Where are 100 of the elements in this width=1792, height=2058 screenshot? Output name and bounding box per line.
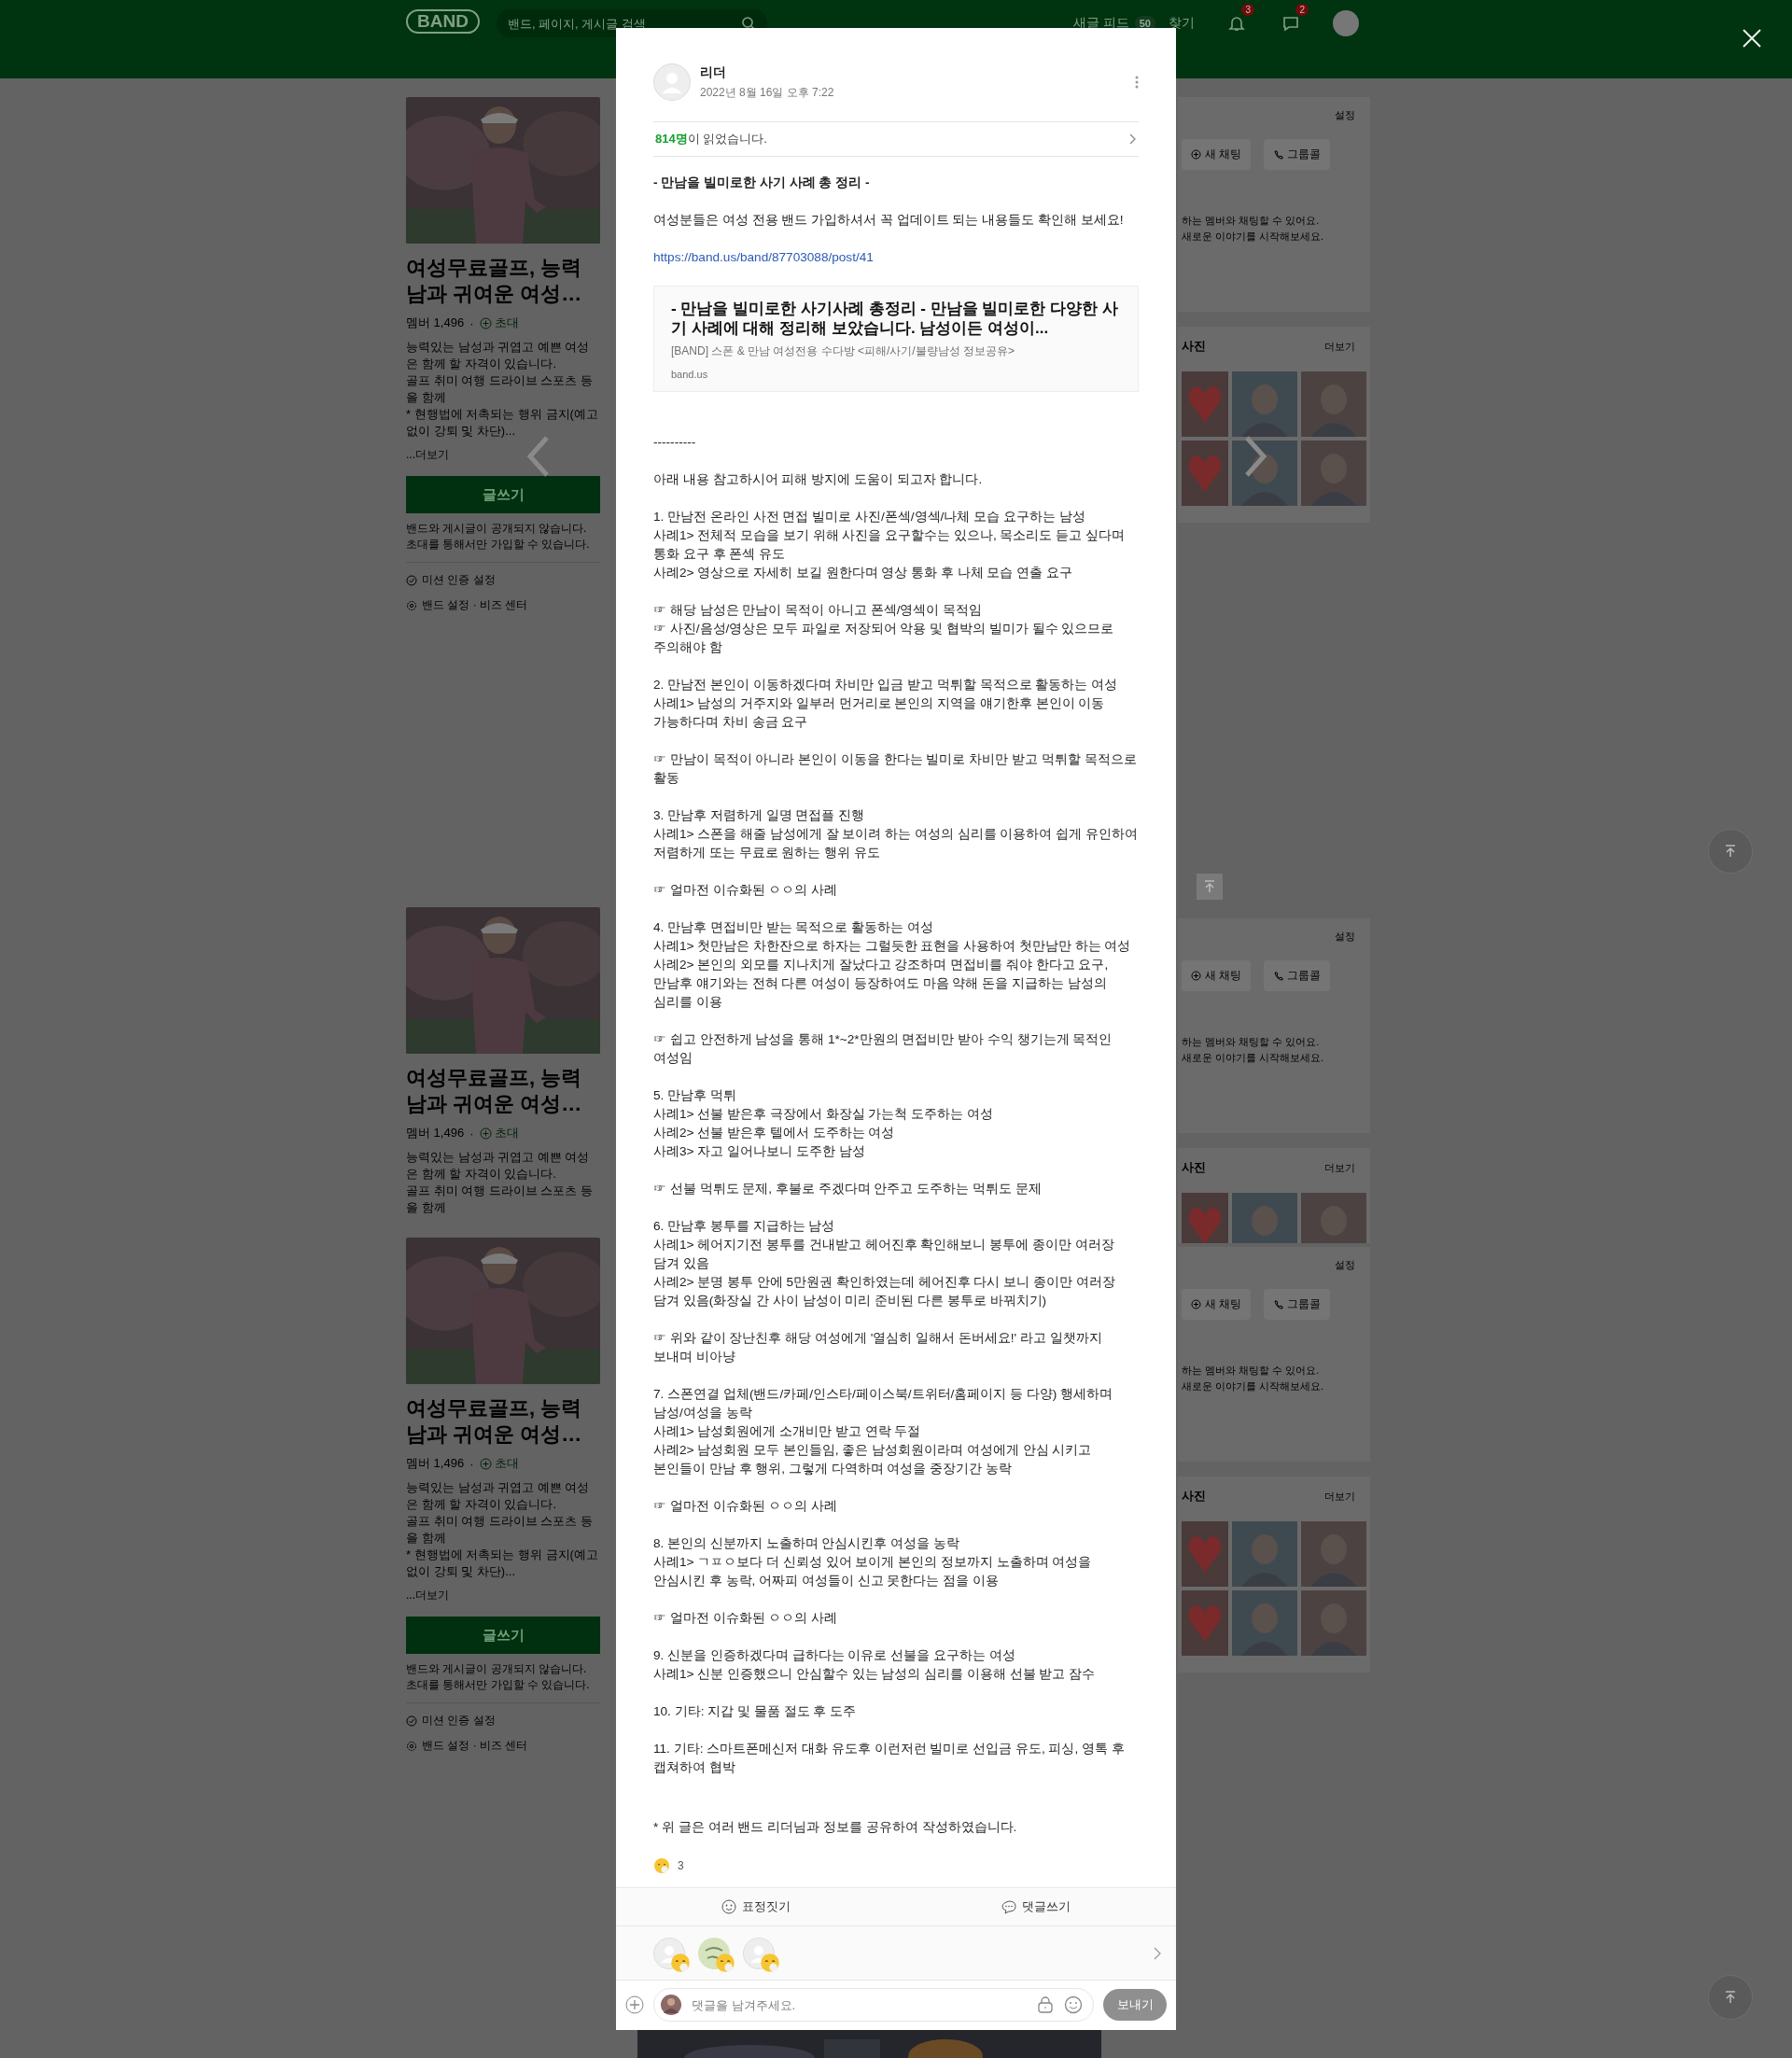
separator: · — [469, 1456, 474, 1471]
chevron-right-icon[interactable] — [1154, 1946, 1161, 1960]
add-icon[interactable] — [625, 1995, 644, 2015]
band-description: 능력있는 남성과 귀엽고 예쁜 여성은 함께 할 자격이 있습니다. 골프 취미 여행 드라이브 스포츠 등을 함께 * 현행법에 저촉되는 행위 금지(예고없이 강퇴 및 차단)... — [406, 1479, 599, 1580]
plus-icon — [1191, 149, 1201, 160]
settings-link[interactable]: 미션 인증 설정 — [406, 572, 600, 588]
more-link[interactable]: 더보기 — [1324, 1160, 1355, 1175]
settings-link[interactable]: 설정 — [1335, 1258, 1355, 1272]
invite-link[interactable]: 초대 — [479, 315, 519, 331]
post-paragraph: * 위 글은 여러 밴드 리더님과 정보를 공유하여 작성하였습니다. — [653, 1819, 1018, 1836]
comment-button[interactable]: 댓글쓰기 — [896, 1888, 1176, 1926]
emoji-icon[interactable] — [653, 1857, 670, 1874]
band-description: 능력있는 남성과 귀엽고 예쁜 여성은 함께 할 자격이 있습니다. 골프 취미 여행 드라이브 스포츠 등을 함께 * 현행법에 저촉되는 행위 금지(예고없이 강퇴 및 차단)... — [406, 339, 599, 440]
author-name[interactable]: 리더 — [700, 63, 834, 81]
chevron-right-icon[interactable] — [1129, 133, 1137, 145]
post-paragraph: 7. 스폰연결 업체(밴드/카페/인스타/페이스북/트위터/홈페이지 등 다양) 행세하며 남성/여성을 농락 사례1> 남성회원에게 소개비만 받고 연락 두절 사례2> 남성회원 모두 본인들임, 좋은 남성회원이라며 여성에게 안심 시키고 본인들이 만남 후 행위, 그렇게 다역하며 여성을 중장기간 농락 — [653, 1386, 1114, 1477]
find-link[interactable]: 찾기 — [1169, 15, 1195, 32]
separator: · — [469, 315, 474, 330]
bell-icon[interactable] — [1227, 14, 1246, 33]
plus-icon — [1191, 1299, 1201, 1309]
plus-icon — [479, 1127, 492, 1140]
arrow-up-icon — [1724, 845, 1737, 858]
notification-badge: 2 — [1295, 4, 1309, 16]
settings-link[interactable]: 설정 — [1335, 930, 1355, 944]
post-paragraph: 여성분들은 여성 전용 밴드 가입하셔서 꼭 업데이트 되는 내용들도 확인해 보세요! — [653, 212, 1125, 229]
post-paragraph: 8. 본인의 신분까지 노출하며 안심시킨후 여성을 농락 사례1> ㄱㅍㅇ보다 더 신뢰성 있어 보이게 본인의 정보까지 노출하며 여성을 안심시킨 후 농락, 어짜피 여성들이 신고 못한다는 점을 이용 — [653, 1535, 1093, 1589]
write-button[interactable]: 글쓰기 — [406, 1617, 600, 1654]
new-chat-button[interactable]: 새 채팅 — [1182, 139, 1252, 170]
photos-title: 사진 — [1182, 338, 1206, 355]
post-paragraph: ☞ 얼마전 이슈화된 ㅇㅇ의 사례 — [653, 882, 839, 899]
settings-link[interactable]: 밴드 설정 · 비즈 센터 — [406, 1738, 600, 1754]
gear-icon — [406, 1740, 417, 1752]
gear-icon — [406, 599, 417, 611]
settings-link[interactable]: 미션 인증 설정 — [406, 1713, 600, 1729]
write-button[interactable]: 글쓰기 — [406, 476, 600, 513]
group-call-button[interactable]: 그룹콜 — [1264, 1289, 1331, 1320]
emoji-icon — [760, 1952, 780, 1973]
comment-field[interactable]: 댓글을 남겨주세요. — [653, 1988, 1094, 2023]
chat-hint: 하는 멤버와 채팅할 수 있어요. 새로운 이야기를 시작해보세요. — [1182, 1364, 1325, 1393]
phone-icon — [1273, 149, 1284, 160]
invite-link[interactable]: 초대 — [479, 1455, 519, 1472]
post-date: 2022년 8월 16일 오후 7:22 — [700, 84, 834, 101]
new-chat-button[interactable]: 새 채팅 — [1182, 1289, 1252, 1320]
arrow-up-icon — [1203, 880, 1216, 893]
speech-bubble-icon — [1001, 1899, 1016, 1915]
group-call-button[interactable]: 그룹콜 — [1264, 960, 1331, 991]
chat-icon[interactable] — [1281, 14, 1300, 33]
post-paragraph: 9. 신분을 인증하겠다며 급하다는 이유로 선불을 요구하는 여성 사례1> 신분 인증했으니 안심할수 있는 남성의 심리를 이용해 선불 받고 잠수 — [653, 1647, 1097, 1683]
privacy-notice: 밴드와 게시글이 공개되지 않습니다. 초대를 통해서만 가입할 수 있습니다. — [406, 1661, 600, 1703]
plus-icon — [1191, 971, 1201, 981]
arrow-up-icon — [1724, 1991, 1737, 2004]
photos-title: 사진 — [1182, 1159, 1206, 1176]
invite-link[interactable]: 초대 — [479, 1125, 519, 1141]
phone-icon — [1273, 971, 1284, 981]
reaction-button[interactable]: 표정짓기 — [616, 1888, 896, 1926]
phone-icon — [1273, 1299, 1284, 1309]
preview-title: - 만남을 빌미로한 사기사례 총정리 - 만남을 빌미로한 다양한 사기 사례에 대해 정리해 보았습니다. 남성이든 여성이... — [671, 299, 1119, 338]
read-count[interactable]: 814명이 읽었습니다. — [655, 131, 767, 147]
reaction-count[interactable]: 3 — [678, 1859, 684, 1872]
band-title[interactable]: 여성무료골프, 능력남과 귀여운 여성… — [406, 1065, 600, 1117]
settings-link[interactable]: 설정 — [1335, 108, 1355, 122]
group-call-button[interactable]: 그룹콜 — [1264, 139, 1331, 170]
more-link[interactable]: 더보기 — [1324, 339, 1355, 354]
new-chat-button[interactable]: 새 채팅 — [1182, 960, 1252, 991]
plus-icon — [479, 1457, 492, 1470]
check-circle-icon — [406, 1715, 417, 1727]
post-paragraph: ☞ 위와 같이 장난친후 해당 여성에게 '열심히 일해서 돈버세요!' 라고 일챗까지 보내며 비아냥 — [653, 1330, 1103, 1365]
more-link[interactable]: 더보기 — [1324, 1489, 1355, 1504]
scroll-top-button[interactable] — [1197, 874, 1223, 900]
post-paragraph: 4. 만남후 면접비만 받는 목적으로 활동하는 여성 사례1> 첫만남은 차한잔으로 하자는 그럴듯한 표현을 사용하여 첫만남만 하는 여성 사례2> 본인의 외모를 지나치게 잘났다고 강조하며 면접비를 줘야 한다고 요구, 만남후 얘기와는 전혀 다른 여성이 등장하여도 마음 약해 돈을 지급하는 남성의 심리를 이용 — [653, 919, 1132, 1011]
member-count: 멤버 1,496 — [406, 315, 465, 331]
band-logo[interactable]: BAND — [406, 9, 480, 34]
emoji-icon[interactable] — [1064, 1995, 1083, 2015]
more-link[interactable]: ...더보기 — [406, 447, 600, 463]
more-link[interactable]: ...더보기 — [406, 1588, 600, 1603]
member-count: 멤버 1,496 — [406, 1125, 465, 1141]
post-heading: - 만남을 빌미로한 사기 사례 총 정리 - — [653, 175, 871, 191]
separator: · — [469, 1126, 474, 1141]
chat-hint: 하는 멤버와 채팅할 수 있어요. 새로운 이야기를 시작해보세요. — [1182, 1035, 1325, 1065]
photos-title: 사진 — [1182, 1488, 1206, 1505]
band-title[interactable]: 여성무료골프, 능력남과 귀여운 여성… — [406, 1395, 600, 1448]
member-count: 멤버 1,496 — [406, 1455, 465, 1472]
more-options-icon[interactable] — [1135, 76, 1139, 89]
preview-domain: band.us — [671, 369, 709, 380]
post-paragraph: ☞ 선불 먹튀도 문제, 후불로 주겠다며 안주고 도주하는 먹튀도 문제 — [653, 1181, 1043, 1197]
plus-icon — [479, 316, 492, 329]
post-link[interactable]: https://band.us/band/87703088/post/41 — [653, 248, 1139, 267]
post-paragraph: 6. 만남후 봉투를 지급하는 남성 사례1> 헤어지기전 봉투를 건내받고 헤어진후 확인해보니 봉투에 종이만 여러장 담겨 있음 사례2> 분명 봉투 안에 5만원권 확인하였는데 헤어진후 다시 보니 종이만 여러장 담겨 있음(화장실 간 사이 남성이 미리 준비된 다른 봉투로 바꿔치기) — [653, 1218, 1116, 1309]
check-circle-icon — [406, 574, 417, 586]
search-icon[interactable] — [740, 16, 756, 31]
lock-icon[interactable] — [1036, 1995, 1055, 2015]
band-title[interactable]: 여성무료골프, 능력남과 귀여운 여성… — [406, 255, 600, 307]
settings-link[interactable]: 밴드 설정 · 비즈 센터 — [406, 597, 600, 613]
close-icon[interactable] — [1742, 28, 1762, 49]
post-paragraph: ☞ 쉽고 안전하게 남성을 통해 1*~2*만원의 면접비만 받아 수익 챙기는게 목적인 여성임 — [653, 1031, 1113, 1067]
post-paragraph: ☞ 얼마전 이슈화된 ㅇㅇ의 사례 — [653, 1498, 839, 1515]
post-paragraph: ☞ 해당 남성은 만남이 목적이 아니고 폰섹/영섹이 목적임 ☞ 사진/음성/영상은 모두 파일로 저장되어 악용 및 협박의 빌미가 될수 있으므로 주의해야 함 — [653, 602, 1115, 656]
notification-badge: 3 — [1241, 4, 1254, 16]
profile-avatar[interactable] — [1333, 10, 1359, 36]
link-preview-card[interactable]: - 만남을 빌미로한 사기사례 총정리 - 만남을 빌미로한 다양한 사기 사례에 대해 정리해 보았습니다. 남성이든 여성이... [BAND] 스폰 & 만남 여성전용 수다방 <피해/사기/불량남성 정보공유> band.us — [653, 286, 1139, 392]
